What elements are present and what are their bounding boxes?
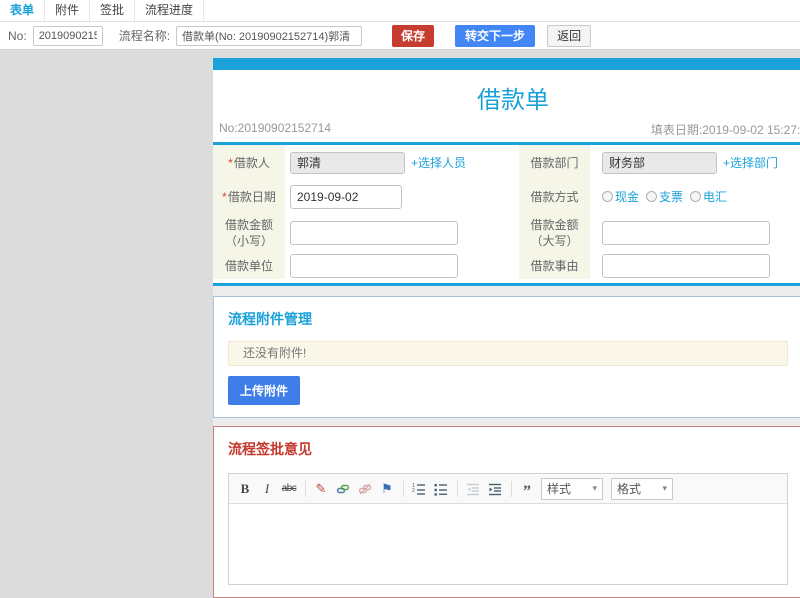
attachment-section: 流程附件管理 还没有附件! 上传附件	[213, 296, 800, 418]
svg-text:2: 2	[412, 488, 415, 494]
editor-toolbar: B I abc ✎ ⚑ 12 ” 样式 ▾ 格式 ▾	[229, 474, 787, 504]
bullet-list-icon[interactable]	[433, 480, 449, 498]
strikethrough-icon[interactable]: abc	[281, 480, 297, 498]
required-mark: *	[222, 189, 227, 204]
tab-attachment[interactable]: 附件	[45, 0, 91, 21]
divider	[213, 283, 800, 286]
form-no-text: No:20190902152714	[219, 121, 332, 135]
select-person-link[interactable]: +选择人员	[411, 154, 466, 171]
no-attachment-alert: 还没有附件!	[228, 341, 788, 366]
toolbar-separator	[403, 480, 404, 497]
radio-circle-icon[interactable]	[602, 191, 613, 202]
sign-opinion-section: 流程签批意见 B I abc ✎ ⚑ 12 ” 样式 ▾ 格式 ▾	[213, 426, 800, 598]
tab-bar: 表单 附件 签批 流程进度	[0, 0, 800, 22]
link-icon[interactable]	[335, 480, 351, 498]
form-row-borrower: *借款人 +选择人员 借款部门 +选择部门	[213, 145, 800, 180]
tab-form[interactable]: 表单	[0, 0, 46, 21]
loan-method-radio-group: 现金 支票 电汇	[602, 188, 734, 205]
radio-circle-icon[interactable]	[646, 191, 658, 202]
department-input[interactable]	[602, 151, 717, 174]
back-button[interactable]: 返回	[547, 24, 592, 47]
flow-name-label: 流程名称:	[118, 29, 171, 43]
radio-cash[interactable]: 现金	[602, 188, 639, 205]
bold-icon[interactable]: B	[237, 480, 253, 498]
form-date-text: 填表日期:2019-09-02 15:27:1	[650, 123, 800, 137]
loan-reason-input[interactable]	[602, 254, 770, 278]
tab-sign[interactable]: 签批	[90, 0, 136, 21]
form-row-amounts: 借款金额（小写） 借款金额（大写）	[213, 213, 800, 253]
loan-date-label: *借款日期	[213, 180, 285, 213]
toolbar-separator	[511, 480, 512, 497]
required-mark: *	[228, 155, 233, 170]
amount-small-label: 借款金额（小写）	[213, 213, 285, 253]
unlink-icon[interactable]	[357, 480, 373, 498]
no-input[interactable]	[32, 25, 103, 46]
radio-circle-icon[interactable]	[690, 191, 702, 202]
italic-icon[interactable]: I	[259, 480, 275, 498]
radio-cheque[interactable]: 支票	[646, 188, 683, 205]
chevron-down-icon: ▾	[662, 483, 667, 493]
no-label: No:	[8, 28, 27, 43]
form-row-date-method: *借款日期 借款方式 现金 支票 电汇	[213, 180, 800, 213]
department-label: 借款部门	[519, 145, 590, 180]
amount-small-input[interactable]	[290, 221, 458, 245]
chevron-down-icon: ▾	[592, 483, 597, 493]
blockquote-icon[interactable]: ”	[519, 480, 535, 499]
loan-reason-label: 借款事由	[519, 253, 590, 279]
format-dropdown[interactable]: 格式 ▾	[611, 477, 673, 500]
form-row-unit-reason: 借款单位 借款事由	[213, 253, 800, 283]
select-department-link[interactable]: +选择部门	[723, 154, 778, 171]
loan-form-card: 借款单 No:20190902152714 填表日期:2019-09-02 15…	[213, 70, 800, 286]
forward-next-step-button[interactable]: 转交下一步	[455, 24, 536, 47]
loan-method-label: 借款方式	[519, 180, 590, 213]
loan-unit-input[interactable]	[290, 254, 458, 278]
attachment-heading: 流程附件管理	[228, 311, 312, 327]
styles-dropdown[interactable]: 样式 ▾	[541, 477, 603, 500]
toolbar-separator	[305, 480, 306, 497]
form-panel: 借款单 No:20190902152714 填表日期:2019-09-02 15…	[213, 58, 800, 598]
sign-opinion-heading: 流程签批意见	[228, 441, 312, 457]
save-button[interactable]: 保存	[392, 24, 435, 47]
loan-date-input[interactable]	[290, 184, 402, 209]
loan-unit-label: 借款单位	[213, 253, 285, 279]
borrower-label: *借款人	[213, 145, 285, 180]
tab-progress[interactable]: 流程进度	[135, 0, 205, 21]
indent-icon[interactable]	[487, 480, 503, 498]
amount-big-label: 借款金额（大写）	[519, 213, 590, 253]
page-title: 借款单	[477, 87, 549, 114]
action-toolbar: No: 流程名称: 保存 转交下一步 返回	[0, 22, 800, 50]
borrower-input[interactable]	[290, 151, 405, 174]
toolbar-separator	[457, 480, 458, 497]
outdent-icon[interactable]	[465, 480, 481, 498]
upload-attachment-button[interactable]: 上传附件	[228, 376, 301, 405]
remove-format-icon[interactable]: ✎	[313, 480, 329, 498]
radio-wire[interactable]: 电汇	[690, 188, 727, 205]
editor-content-area[interactable]	[229, 504, 787, 584]
rich-text-editor: B I abc ✎ ⚑ 12 ” 样式 ▾ 格式 ▾	[228, 473, 788, 585]
panel-top-bar	[213, 58, 800, 70]
flow-name-input[interactable]	[176, 25, 363, 46]
anchor-flag-icon[interactable]: ⚑	[379, 480, 395, 498]
numbered-list-icon[interactable]: 12	[411, 480, 427, 498]
amount-big-input[interactable]	[602, 221, 770, 245]
